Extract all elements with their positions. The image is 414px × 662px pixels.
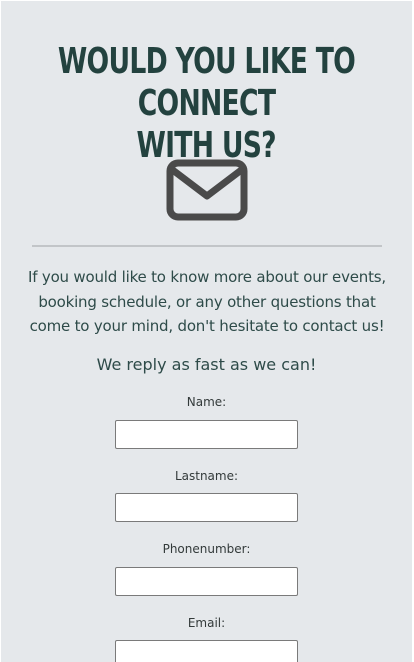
contact-page: WOULD YOU LIKE TO CONNECT WITH US? If yo… — [1, 1, 412, 662]
name-label: Name: — [186, 395, 227, 409]
name-field[interactable] — [115, 420, 298, 449]
lastname-field[interactable] — [115, 493, 298, 522]
email-field[interactable] — [115, 640, 298, 662]
phonenumber-label: Phonenumber: — [162, 542, 251, 556]
lastname-label: Lastname: — [174, 469, 239, 483]
section-divider — [32, 245, 382, 247]
email-label: Email: — [187, 616, 226, 630]
reply-note: We reply as fast as we can! — [96, 355, 317, 374]
page-title-line-1: WOULD YOU LIKE TO CONNECT — [57, 41, 356, 124]
page-title: WOULD YOU LIKE TO CONNECT WITH US? — [1, 41, 412, 167]
intro-paragraph: If you would like to know more about our… — [28, 268, 386, 335]
envelope-icon — [166, 159, 248, 221]
phonenumber-field[interactable] — [115, 567, 298, 596]
